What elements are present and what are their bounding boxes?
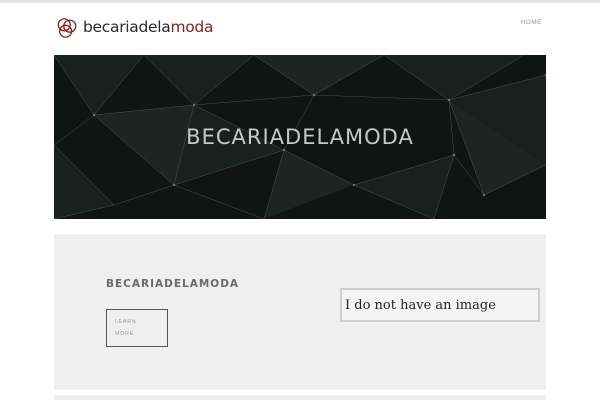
learn-more-label-line1: LEARN (115, 319, 137, 325)
image-placeholder: I do not have an image (340, 288, 540, 322)
logo-text-main: becariadela (83, 18, 171, 37)
next-section-edge (54, 395, 546, 400)
nav-home-link[interactable]: HOME (521, 19, 543, 26)
site-logo[interactable]: becariadelamoda (56, 15, 213, 41)
logo-text-accent: moda (170, 18, 214, 37)
hero-banner: BECARIADELAMODA (54, 55, 546, 219)
logo-wordmark: becariadelamoda (83, 20, 213, 36)
feature-title: BECARIADELAMODA (106, 278, 240, 290)
learn-more-label-line2: MORE (115, 331, 134, 337)
hero-title: BECARIADELAMODA (186, 125, 414, 149)
logo-rings-icon (57, 18, 77, 38)
site-header: becariadelamoda HOME (0, 3, 600, 53)
feature-section: BECARIADELAMODA LEARN MORE I do not have… (54, 234, 546, 390)
learn-more-button[interactable]: LEARN MORE (106, 309, 168, 347)
